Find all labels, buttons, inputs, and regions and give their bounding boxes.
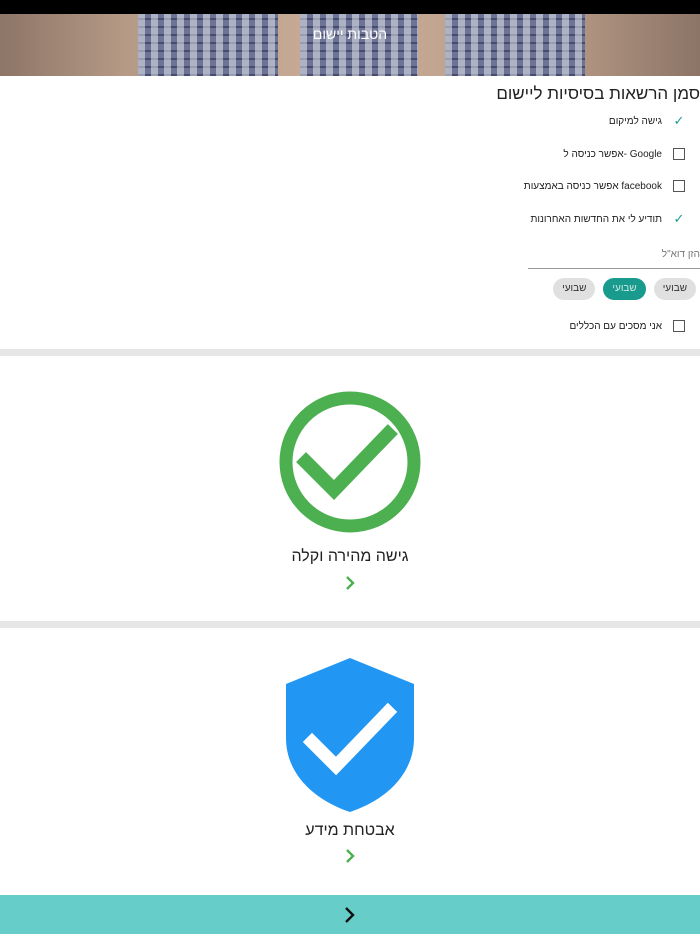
check-circle-icon bbox=[279, 391, 421, 533]
status-bar bbox=[0, 0, 700, 14]
permissions-section: סמן הרשאות בסיסיות ליישום ✓ גישה למיקום … bbox=[0, 82, 700, 350]
divider bbox=[0, 349, 700, 356]
facebook-label: facebook אפשר כניסה באמצעות bbox=[523, 180, 662, 192]
checkbox-empty-icon bbox=[673, 148, 685, 160]
news-checkbox[interactable]: ✓ bbox=[668, 208, 690, 230]
check-icon: ✓ bbox=[673, 113, 685, 129]
permissions-title: סמן הרשאות בסיסיות ליישום bbox=[496, 84, 700, 103]
chevron-right-icon[interactable] bbox=[341, 574, 359, 592]
permission-news[interactable]: ✓ תודיע לי את החדשות האחרונות bbox=[531, 208, 700, 230]
email-field[interactable] bbox=[528, 240, 700, 268]
benefit-card-security: אבטחת מידע bbox=[0, 628, 700, 895]
terms-row[interactable]: אני מסכים עם הכללים bbox=[569, 315, 700, 337]
location-label: גישה למיקום bbox=[608, 115, 662, 127]
checkbox-empty-icon bbox=[673, 320, 685, 332]
frequency-option-selected[interactable]: שבועי bbox=[603, 278, 646, 300]
shield-check-icon bbox=[286, 658, 414, 812]
frequency-option[interactable]: שבועי bbox=[553, 278, 596, 300]
checkbox-empty-icon bbox=[673, 180, 685, 192]
benefit-title: אבטחת מידע bbox=[305, 822, 395, 839]
frequency-option[interactable]: שבועי bbox=[653, 278, 696, 300]
page-title: הטבות יישום bbox=[312, 26, 388, 42]
check-icon: ✓ bbox=[673, 211, 685, 227]
terms-checkbox[interactable] bbox=[668, 315, 690, 337]
permission-location[interactable]: ✓ גישה למיקום bbox=[609, 110, 700, 132]
email-field-wrapper bbox=[528, 240, 700, 269]
terms-label: אני מסכים עם הכללים bbox=[569, 320, 662, 332]
chevron-right-icon[interactable] bbox=[341, 847, 359, 865]
permission-facebook[interactable]: facebook אפשר כניסה באמצעות bbox=[524, 175, 700, 197]
next-chevron-icon[interactable] bbox=[338, 903, 362, 927]
divider bbox=[0, 621, 700, 628]
bottom-bar bbox=[0, 895, 700, 934]
benefit-title: גישה מהירה וקלה bbox=[291, 548, 409, 565]
header-banner: הטבות יישום bbox=[0, 14, 700, 76]
news-label: תודיע לי את החדשות האחרונות bbox=[530, 213, 662, 225]
benefit-card-fast-access: גישה מהירה וקלה bbox=[0, 356, 700, 621]
location-checkbox[interactable]: ✓ bbox=[668, 110, 690, 132]
permission-google[interactable]: Google -אפשר כניסה ל bbox=[563, 143, 700, 165]
google-label: Google -אפשר כניסה ל bbox=[563, 148, 662, 160]
google-checkbox[interactable] bbox=[668, 143, 690, 165]
facebook-checkbox[interactable] bbox=[668, 175, 690, 197]
frequency-options: שבועי שבועי שבועי bbox=[553, 278, 696, 300]
